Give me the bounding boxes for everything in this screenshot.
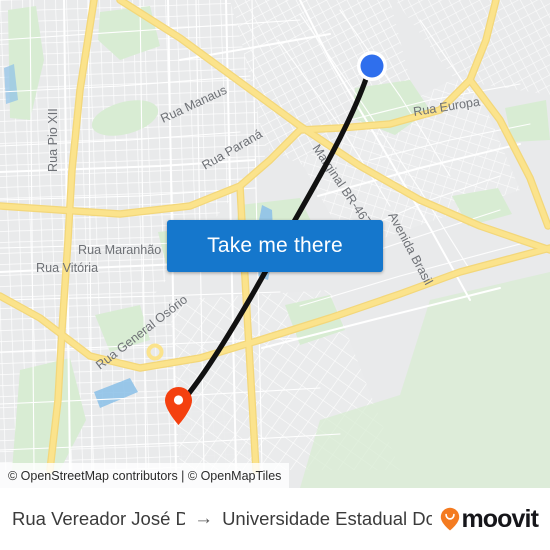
street-label: Rua Maranhão <box>78 243 161 257</box>
attribution-text: © OpenStreetMap contributors | © OpenMap… <box>8 468 282 483</box>
trip-footer: Rua Vereador José D… → Universidade Esta… <box>0 488 550 550</box>
take-me-there-label: Take me there <box>207 234 343 257</box>
take-me-there-button[interactable]: Take me there <box>167 220 383 272</box>
trip-origin-label: Rua Vereador José D… <box>12 508 186 529</box>
moovit-wordmark: moovit <box>461 504 538 533</box>
destination-marker[interactable] <box>164 386 193 426</box>
arrow-right-icon: → <box>194 508 214 529</box>
moovit-pin-icon <box>441 507 460 531</box>
moovit-logo[interactable]: moovit <box>440 504 539 534</box>
trip-summary[interactable]: Rua Vereador José D… → Universidade Esta… <box>12 508 432 530</box>
moovit-trip-map-screen: .rd { stroke:#ffffff; fill:none; stroke-… <box>0 0 550 550</box>
street-label: Rua Vitória <box>36 261 98 275</box>
map-attribution: © OpenStreetMap contributors | © OpenMap… <box>0 463 290 488</box>
trip-destination-label: Universidade Estadual Do … <box>222 508 433 529</box>
map-canvas[interactable]: .rd { stroke:#ffffff; fill:none; stroke-… <box>0 0 550 488</box>
origin-marker[interactable] <box>355 49 389 83</box>
street-label: Rua Pio XII <box>46 108 60 172</box>
